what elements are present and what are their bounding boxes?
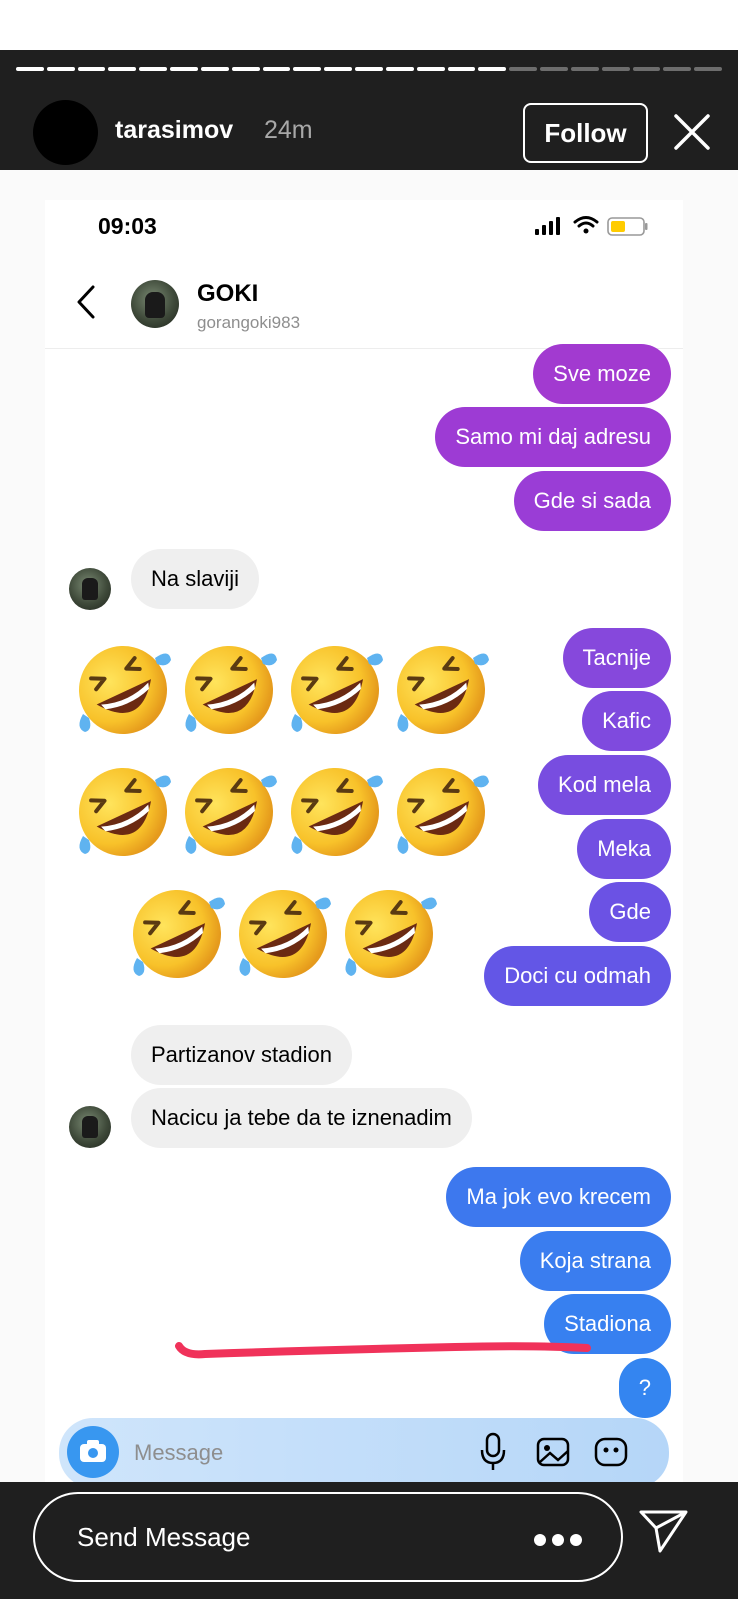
rofl-emoji: [291, 646, 383, 734]
outgoing-message[interactable]: Kod mela: [538, 755, 671, 815]
outgoing-message[interactable]: Ma jok evo krecem: [446, 1167, 671, 1227]
outgoing-message[interactable]: Kafic: [582, 691, 671, 751]
rofl-emoji: [185, 768, 277, 856]
wifi-icon: [573, 216, 599, 234]
rofl-emoji: [133, 890, 225, 978]
progress-segment: [170, 67, 198, 71]
rofl-emoji: [291, 768, 383, 856]
mic-icon[interactable]: [479, 1432, 507, 1472]
progress-segment: [663, 67, 692, 71]
send-message-placeholder: Send Message: [77, 1522, 251, 1552]
outgoing-message[interactable]: ?: [618, 1358, 671, 1418]
follow-button[interactable]: Follow: [523, 103, 648, 163]
message-composer[interactable]: Message: [59, 1418, 669, 1482]
progress-segment: [293, 67, 322, 71]
progress-segment: [694, 67, 723, 71]
progress-segment: [200, 67, 229, 71]
progress-segment: [478, 67, 507, 71]
progress-segment: [139, 67, 168, 71]
camera-button[interactable]: [67, 1426, 119, 1478]
image-icon[interactable]: [535, 1434, 571, 1470]
incoming-message[interactable]: Nacicu ja tebe da te iznenadim: [131, 1088, 472, 1148]
camera-icon: [80, 1440, 106, 1462]
outgoing-message[interactable]: Samo mi daj adresu: [435, 407, 671, 467]
outgoing-message[interactable]: Meka: [577, 819, 671, 879]
incoming-message[interactable]: Partizanov stadion: [131, 1025, 352, 1085]
story-time-ago: 24m: [264, 116, 313, 144]
progress-segment: [16, 67, 44, 71]
progress-segment: [262, 67, 291, 71]
progress-segment: [632, 67, 661, 71]
progress-segment: [355, 67, 383, 71]
progress-segment: [447, 67, 476, 71]
rofl-emoji: [397, 768, 489, 856]
rofl-emoji: [345, 890, 437, 978]
more-icon[interactable]: [533, 1534, 583, 1546]
progress-segment: [416, 67, 445, 71]
incoming-message[interactable]: Na slaviji: [131, 549, 260, 609]
outgoing-message[interactable]: Doci cu odmah: [484, 946, 671, 1006]
story-username[interactable]: tarasimov: [115, 116, 233, 145]
close-icon[interactable]: [668, 108, 716, 156]
thread-avatar[interactable]: [131, 280, 179, 328]
story-reply-bar: Send Message: [0, 1482, 738, 1599]
thread-name[interactable]: GOKI: [197, 280, 258, 308]
outgoing-message[interactable]: Gde: [589, 882, 671, 942]
progress-segment: [509, 67, 538, 71]
battery-icon: [607, 217, 648, 236]
back-chevron-icon[interactable]: [73, 282, 103, 322]
progress-segment: [570, 67, 599, 71]
progress-segment: [46, 67, 75, 71]
rofl-emoji: [185, 646, 277, 734]
outgoing-message[interactable]: Gde si sada: [513, 471, 671, 531]
signal-icon: [535, 217, 560, 235]
progress-segment: [385, 67, 414, 71]
progress-segment: [324, 67, 353, 71]
rofl-emoji: [79, 768, 171, 856]
story-user-avatar[interactable]: [33, 100, 98, 165]
progress-segment: [231, 67, 260, 71]
story-progress-bar: [16, 67, 723, 71]
rofl-emoji: [239, 890, 331, 978]
status-icons: [535, 216, 648, 236]
progress-segment: [601, 67, 630, 71]
outgoing-message[interactable]: Koja strana: [519, 1231, 671, 1291]
sender-avatar[interactable]: [69, 568, 111, 610]
rofl-emoji: [397, 646, 489, 734]
send-icon[interactable]: [638, 1504, 690, 1556]
send-message-input[interactable]: Send Message: [33, 1492, 623, 1582]
progress-segment: [108, 67, 137, 71]
dm-screenshot: 09:03 GOKI gorangoki983 Sve moze Samo mi …: [45, 200, 683, 1482]
highlight-underline: [175, 1342, 591, 1359]
outgoing-message[interactable]: Sve moze: [533, 344, 671, 404]
status-time: 09:03: [98, 213, 157, 239]
sender-avatar[interactable]: [69, 1106, 111, 1148]
rofl-emoji: [79, 646, 171, 734]
outgoing-message[interactable]: Tacnije: [562, 628, 671, 688]
story-header: tarasimov 24m Follow: [0, 50, 738, 170]
progress-segment: [540, 67, 568, 71]
thread-handle: gorangoki983: [197, 313, 301, 332]
message-input-placeholder[interactable]: Message: [134, 1440, 223, 1466]
sticker-icon[interactable]: [593, 1434, 629, 1470]
progress-segment: [77, 67, 106, 71]
